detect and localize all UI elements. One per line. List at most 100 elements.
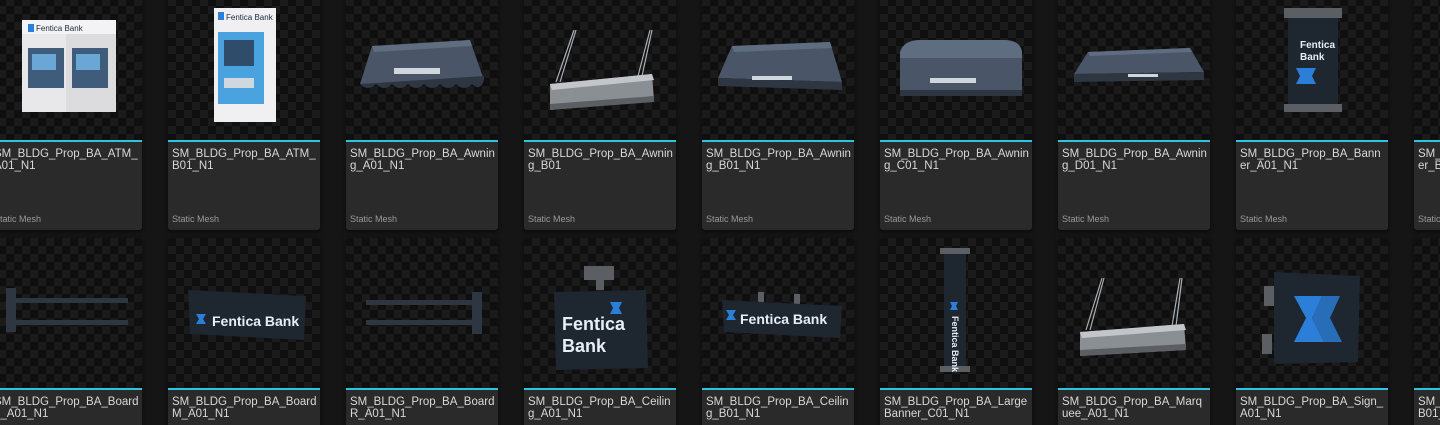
awning-hanging-icon — [550, 29, 654, 110]
asset-thumbnail: Fentica Bank — [168, 238, 320, 388]
svg-text:Fentica Bank: Fentica Bank — [212, 313, 299, 329]
asset-tile[interactable]: SM_BLDG_Prop_BA_Awning_D01_N1 Static Mes… — [1058, 0, 1210, 230]
asset-name: SM_BLDG_Prop_BA_LargeBanner_C01_N1 — [884, 396, 1028, 420]
asset-type: Static Mesh — [0, 214, 42, 224]
accent-bar — [880, 388, 1032, 390]
asset-name: SM_BLDG_Prop_BA_Marquee_A01_N1 — [1062, 396, 1202, 420]
asset-type: Static Mesh — [1062, 214, 1110, 224]
accent-bar — [702, 388, 854, 390]
awning-slim-icon — [1074, 48, 1204, 82]
asset-name: SM_BLDG_Prop_BA_Awning_C01_N1 — [884, 148, 1029, 172]
asset-tile[interactable]: Fentica Bank SM_BLDG_Prop_BA_BoardM_A01_… — [168, 238, 320, 425]
asset-tile[interactable]: Fentica Bank SM_BLDG_Prop_BA_Ceiling_A01… — [524, 238, 676, 425]
awning-flat-icon — [718, 42, 842, 90]
asset-tile[interactable]: Fentica Bank SM_BLDG_Prop_BA_ATM_B01_N1 … — [168, 0, 320, 230]
asset-thumbnail: Fentica Bank — [880, 238, 1032, 388]
asset-type: Static Mesh — [1240, 214, 1288, 224]
accent-bar — [1058, 140, 1210, 142]
svg-text:Fentica Bank: Fentica Bank — [226, 13, 274, 22]
asset-type: Static Mesh — [1418, 214, 1440, 224]
asset-tile[interactable]: Fentica Bank SM_BLDG_Prop_BA_Ceiling_B01… — [702, 238, 854, 425]
asset-thumbnail — [346, 238, 498, 388]
asset-name: SM_BLDG_Prop_BA_Sign_B01_N1 — [1418, 396, 1440, 420]
ceiling-long-sign-icon: Fentica Bank — [722, 292, 842, 338]
svg-text:Fentica Bank: Fentica Bank — [740, 311, 827, 327]
asset-thumbnail — [880, 0, 1032, 140]
asset-name: SM_BLDG_Prop_BA_Sign_A01_N1 — [1240, 396, 1384, 420]
asset-tile[interactable]: SM_BLDG_Prop_BA_BoardL_A01_N1 — [0, 238, 142, 425]
asset-tile[interactable]: SM_BLDG_Prop_BA_Sign_A01_N1 — [1236, 238, 1388, 425]
asset-thumbnail — [1414, 0, 1440, 140]
svg-text:Fentica Bank: Fentica Bank — [36, 24, 84, 33]
atm-single-icon: Fentica Bank — [214, 8, 276, 122]
svg-text:Fentica: Fentica — [1300, 40, 1335, 51]
board-sign-icon: Fentica Bank — [188, 290, 306, 340]
asset-name: SM_BLDG_Prop_BA_ATM_B01_N1 — [172, 148, 316, 172]
asset-tile[interactable]: SM_BLDG_Prop_BA_Marquee_A01_N1 — [1058, 238, 1210, 425]
accent-bar — [702, 140, 854, 142]
accent-bar — [168, 140, 320, 142]
svg-text:Bank: Bank — [562, 336, 607, 356]
marquee-icon — [1080, 277, 1186, 356]
asset-type: Static Mesh — [884, 214, 932, 224]
asset-name: SM_BLDG_Prop_BA_BoardM_A01_N1 — [172, 396, 317, 420]
asset-thumbnail — [1058, 238, 1210, 388]
blade-sign-icon — [1262, 272, 1360, 364]
atm-double-icon: Fentica Bank — [22, 20, 116, 112]
asset-thumbnail — [1058, 0, 1210, 140]
accent-bar — [0, 140, 142, 142]
asset-name: SM_BLDG_Prop_BA_Awning_B01_N1 — [706, 148, 851, 172]
svg-text:Bank: Bank — [1300, 52, 1325, 63]
accent-bar — [346, 388, 498, 390]
asset-tile[interactable]: Fentica Bank SM_BLDG_Prop_BA_ATM_A01_N1 … — [0, 0, 142, 230]
accent-bar — [0, 388, 142, 390]
asset-name: SM_BLDG_Prop_BA_Awning_B01 — [528, 148, 673, 172]
svg-text:Fentica: Fentica — [562, 314, 626, 334]
accent-bar — [346, 140, 498, 142]
asset-name: SM_BLDG_Prop_BA_Awning_A01_N1 — [350, 148, 495, 172]
asset-tile[interactable]: Fentica Bank SM_BLDG_Prop_BA_LargeBanner… — [880, 238, 1032, 425]
asset-thumbnail: Fentica Bank — [0, 0, 142, 140]
asset-name: SM_BLDG_Prop_BA_Banner_B01_N1 — [1418, 148, 1440, 172]
asset-type: Static Mesh — [528, 214, 576, 224]
asset-tile[interactable]: SM_BLDG_Prop_BA_Sign_B01_N1 — [1414, 238, 1440, 425]
large-banner-icon: Fentica Bank — [940, 248, 970, 373]
board-right-icon — [366, 292, 482, 334]
asset-thumbnail — [0, 238, 142, 388]
accent-bar — [524, 388, 676, 390]
asset-type: Static Mesh — [172, 214, 220, 224]
asset-thumbnail — [702, 0, 854, 140]
accent-bar — [168, 388, 320, 390]
asset-name: SM_BLDG_Prop_BA_BoardL_A01_N1 — [0, 396, 139, 420]
asset-tile[interactable]: SM_BLDG_Prop_BA_Banner_B01_N1 Static Mes… — [1414, 0, 1440, 230]
asset-thumbnail — [1414, 238, 1440, 388]
asset-thumbnail — [346, 0, 498, 140]
asset-name: SM_BLDG_Prop_BA_ATM_A01_N1 — [0, 148, 138, 172]
asset-type: Static Mesh — [350, 214, 398, 224]
asset-tile[interactable]: SM_BLDG_Prop_BA_Awning_C01_N1 Static Mes… — [880, 0, 1032, 230]
ceiling-box-sign-icon: Fentica Bank — [554, 266, 648, 370]
svg-text:Fentica Bank: Fentica Bank — [950, 316, 960, 373]
accent-bar — [1414, 388, 1440, 390]
awning-rounded-icon — [900, 40, 1022, 96]
accent-bar — [1236, 140, 1388, 142]
asset-type: Static Mesh — [706, 214, 754, 224]
asset-tile[interactable]: SM_BLDG_Prop_BA_BoardR_A01_N1 — [346, 238, 498, 425]
banner-vertical-icon: Fentica Bank — [1284, 8, 1342, 112]
accent-bar — [880, 140, 1032, 142]
accent-bar — [524, 140, 676, 142]
asset-name: SM_BLDG_Prop_BA_Ceiling_B01_N1 — [706, 396, 849, 420]
content-browser-grid: Fentica Bank SM_BLDG_Prop_BA_ATM_A01_N1 … — [0, 0, 1440, 425]
asset-tile[interactable]: SM_BLDG_Prop_BA_Awning_A01_N1 Static Mes… — [346, 0, 498, 230]
asset-name: SM_BLDG_Prop_BA_BoardR_A01_N1 — [350, 396, 495, 420]
asset-thumbnail: Fentica Bank — [524, 238, 676, 388]
asset-thumbnail — [1236, 238, 1388, 388]
accent-bar — [1058, 388, 1210, 390]
asset-name: SM_BLDG_Prop_BA_Banner_A01_N1 — [1240, 148, 1381, 172]
asset-tile[interactable]: SM_BLDG_Prop_BA_Awning_B01_N1 Static Mes… — [702, 0, 854, 230]
asset-tile[interactable]: SM_BLDG_Prop_BA_Awning_B01 Static Mesh — [524, 0, 676, 230]
asset-thumbnail: Fentica Bank — [168, 0, 320, 140]
asset-tile[interactable]: Fentica Bank SM_BLDG_Prop_BA_Banner_A01_… — [1236, 0, 1388, 230]
asset-name: SM_BLDG_Prop_BA_Ceiling_A01_N1 — [528, 396, 671, 420]
board-left-icon — [6, 288, 128, 332]
